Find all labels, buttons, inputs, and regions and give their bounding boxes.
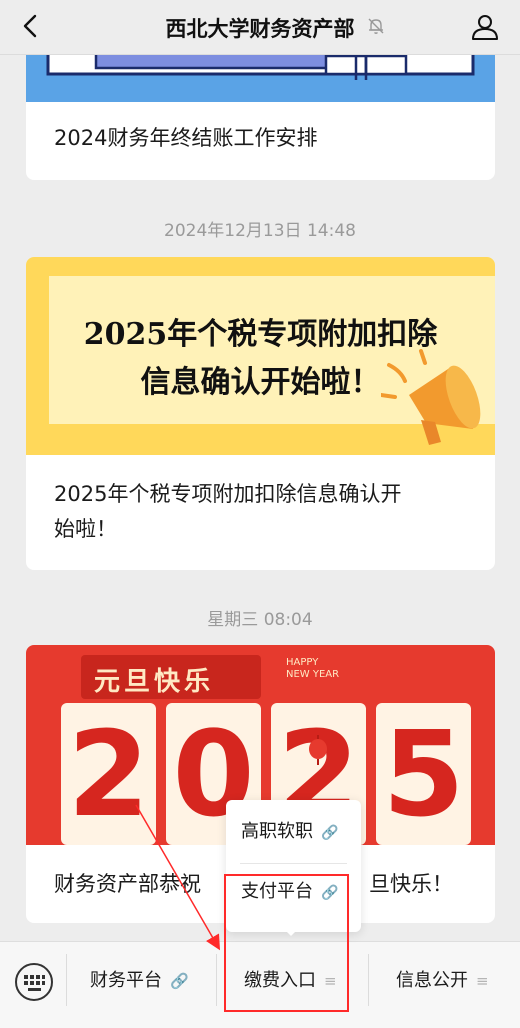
profile-icon[interactable]: [470, 12, 500, 42]
timestamp: 星期三 08:04: [207, 610, 313, 630]
banner-greeting: 元旦快乐: [94, 667, 215, 697]
menu-lines-icon: ≡: [324, 972, 337, 990]
submenu-item-label: 高职软职: [241, 821, 313, 842]
menu-tab-finance-platform[interactable]: 财务平台 🔗: [90, 962, 189, 1000]
article-title-right: 旦快乐！: [369, 872, 453, 896]
link-icon: 🔗: [321, 885, 339, 901]
article-title: 2025年个税专项附加扣除信息确认开 始啦！: [54, 477, 471, 547]
menu-tab-payment-entry[interactable]: 缴费入口 ≡: [244, 962, 337, 1000]
article-card-tax[interactable]: 2025年个税专项附加扣除 信息确认开始啦！ 2025年个税专项附加扣除信息确认…: [26, 257, 495, 570]
menu-tab-label: 财务平台: [90, 970, 162, 991]
top-nav-bar: 西北大学财务资产部: [0, 0, 520, 55]
submenu-popup: 高职软职 🔗 支付平台 🔗: [226, 800, 361, 932]
lantern-icon: [309, 735, 327, 765]
bottom-menu-bar: 财务平台 🔗 缴费入口 ≡ 信息公开 ≡: [0, 941, 520, 1028]
article-cover-image: 2025年个税专项附加扣除 信息确认开始啦！: [26, 257, 495, 455]
menu-tab-label: 缴费入口: [244, 970, 316, 991]
menu-divider: [368, 954, 369, 1006]
link-icon: 🔗: [170, 972, 189, 990]
timestamp: 2024年12月13日 14:48: [164, 221, 356, 241]
page-title: 西北大学财务资产部: [165, 17, 355, 41]
article-title-line: 2025年个税专项附加扣除信息确认开: [54, 482, 402, 506]
mute-bell-icon: [368, 18, 384, 34]
article-title-line: 始啦！: [54, 517, 117, 541]
menu-tab-label: 信息公开: [396, 970, 468, 991]
menu-divider: [66, 954, 67, 1006]
banner-newyear: NEW YEAR: [286, 669, 340, 680]
megaphone-icon: [381, 349, 481, 445]
year-digit: 5: [382, 705, 465, 843]
menu-tab-info-disclosure[interactable]: 信息公开 ≡: [396, 962, 489, 1000]
article-title-left: 财务资产部恭祝: [54, 872, 201, 896]
menu-divider: [216, 954, 217, 1006]
submenu-divider: [240, 863, 347, 864]
submenu-pointer: [283, 928, 299, 936]
link-icon: 🔗: [321, 825, 339, 841]
submenu-item-payment-platform[interactable]: 支付平台 🔗: [241, 872, 338, 912]
article-title: 2024财务年终结账工作安排: [54, 126, 318, 150]
year-digit: 2: [67, 705, 150, 843]
keyboard-icon[interactable]: [14, 962, 54, 1002]
menu-lines-icon: ≡: [476, 972, 489, 990]
submenu-item-vocational[interactable]: 高职软职 🔗: [241, 812, 338, 852]
banner-happy: HAPPY: [286, 657, 319, 668]
submenu-item-label: 支付平台: [241, 881, 313, 902]
